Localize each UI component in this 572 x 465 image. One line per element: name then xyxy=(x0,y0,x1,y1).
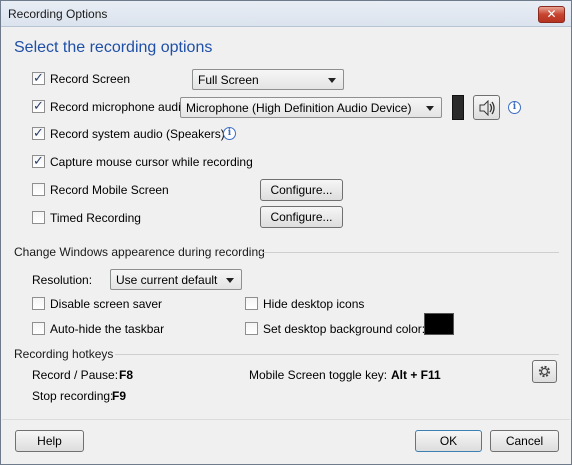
page-heading: Select the recording options xyxy=(14,39,213,56)
recording-options-dialog: Recording Options ✕ Select the recording… xyxy=(0,0,572,465)
mobile-toggle-label: Mobile Screen toggle key: xyxy=(249,368,388,382)
capture-cursor-label: Capture mouse cursor while recording xyxy=(50,155,253,169)
stop-recording-key: F9 xyxy=(112,389,127,403)
title-bar: Recording Options ✕ xyxy=(1,1,571,27)
chevron-down-icon xyxy=(226,278,234,283)
timed-recording-checkbox[interactable] xyxy=(32,211,45,224)
screen-mode-value: Full Screen xyxy=(198,73,259,87)
dialog-footer: Help OK Cancel xyxy=(2,419,570,464)
record-microphone-checkbox[interactable] xyxy=(32,98,45,114)
hotkeys-settings-button[interactable] xyxy=(532,360,557,383)
cancel-button[interactable]: Cancel xyxy=(490,430,559,452)
autohide-taskbar-label: Auto-hide the taskbar xyxy=(50,322,165,336)
mobile-toggle-key: Alt + F11 xyxy=(391,368,441,382)
system-audio-info-icon[interactable]: i xyxy=(223,127,236,140)
screen-mode-select[interactable]: Full Screen xyxy=(192,69,344,90)
help-button[interactable]: Help xyxy=(15,430,84,452)
configure-timed-button[interactable]: Configure... xyxy=(260,206,343,228)
record-mobile-label: Record Mobile Screen xyxy=(50,183,169,197)
timed-recording-label: Timed Recording xyxy=(50,211,141,225)
speaker-icon xyxy=(479,99,495,117)
section-divider xyxy=(263,252,559,253)
microphone-device-select[interactable]: Microphone (High Definition Audio Device… xyxy=(180,97,442,118)
resolution-value: Use current default xyxy=(116,273,218,287)
hide-desktop-icons-label: Hide desktop icons xyxy=(263,297,365,311)
close-button[interactable]: ✕ xyxy=(538,6,565,23)
record-pause-label: Record / Pause: xyxy=(32,368,119,382)
autohide-taskbar-checkbox[interactable] xyxy=(32,322,45,335)
hotkeys-section-title: Recording hotkeys xyxy=(14,347,114,361)
record-system-audio-checkbox[interactable] xyxy=(32,125,45,141)
record-system-audio-label: Record system audio (Speakers) xyxy=(50,127,225,141)
background-color-swatch[interactable] xyxy=(424,313,454,335)
microphone-info-icon[interactable]: i xyxy=(508,101,521,114)
gear-icon xyxy=(538,366,551,378)
record-screen-label: Record Screen xyxy=(50,72,131,86)
appearance-section-title: Change Windows appearence during recordi… xyxy=(14,245,265,259)
stop-recording-label: Stop recording: xyxy=(32,389,114,403)
set-bg-color-checkbox[interactable] xyxy=(245,322,258,335)
resolution-label: Resolution: xyxy=(32,273,93,287)
audio-level-meter xyxy=(452,95,464,120)
window-title: Recording Options xyxy=(8,7,108,21)
resolution-select[interactable]: Use current default xyxy=(110,269,242,290)
chevron-down-icon xyxy=(426,106,434,111)
disable-screensaver-checkbox[interactable] xyxy=(32,297,45,310)
disable-screensaver-label: Disable screen saver xyxy=(50,297,163,311)
section-divider xyxy=(115,354,559,355)
set-bg-color-label: Set desktop background color: xyxy=(263,322,426,336)
configure-mobile-button[interactable]: Configure... xyxy=(260,179,343,201)
record-pause-key: F8 xyxy=(119,368,134,382)
ok-button[interactable]: OK xyxy=(415,430,482,452)
capture-cursor-checkbox[interactable] xyxy=(32,153,45,169)
chevron-down-icon xyxy=(328,78,336,83)
speaker-button[interactable] xyxy=(473,95,500,120)
record-screen-checkbox[interactable] xyxy=(32,70,45,86)
record-microphone-label: Record microphone audio xyxy=(50,100,188,114)
hide-desktop-icons-checkbox[interactable] xyxy=(245,297,258,310)
record-mobile-checkbox[interactable] xyxy=(32,183,45,196)
microphone-device-value: Microphone (High Definition Audio Device… xyxy=(186,101,412,115)
